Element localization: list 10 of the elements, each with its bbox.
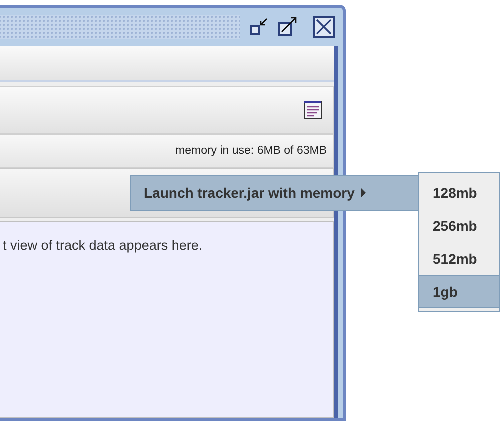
close-icon[interactable] (313, 16, 335, 38)
placeholder-message: t view of track data appears here. (3, 238, 203, 253)
submenu-item[interactable]: 1gb (419, 275, 499, 308)
menu-item[interactable]: Launch tracker.jar with memory (131, 176, 418, 210)
submenu-item[interactable]: 256mb (419, 209, 499, 242)
submenu-item[interactable]: 512mb (419, 242, 499, 275)
memory-status: memory in use: 6MB of 63MB (176, 145, 327, 157)
submenu-item[interactable]: 128mb (419, 176, 499, 209)
maximize-icon[interactable] (277, 16, 299, 38)
notes-icon[interactable] (303, 100, 323, 120)
